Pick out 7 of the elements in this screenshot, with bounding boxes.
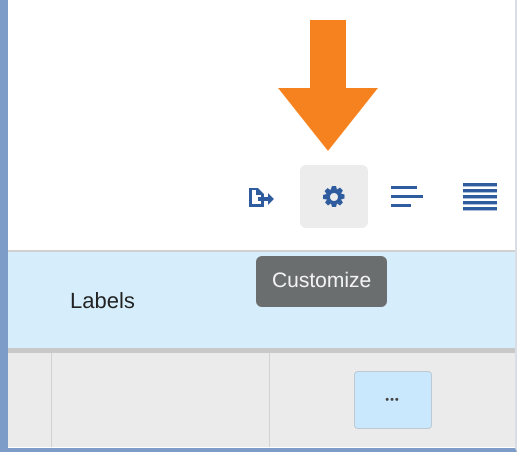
column-header: Labels bbox=[70, 286, 135, 314]
more-button[interactable]: ••• bbox=[354, 371, 432, 429]
align-left-icon bbox=[390, 184, 424, 210]
settings-button[interactable] bbox=[300, 165, 368, 228]
tooltip: Customize bbox=[256, 256, 388, 307]
dense-lines-icon bbox=[463, 182, 497, 210]
settings-icon bbox=[322, 184, 346, 208]
